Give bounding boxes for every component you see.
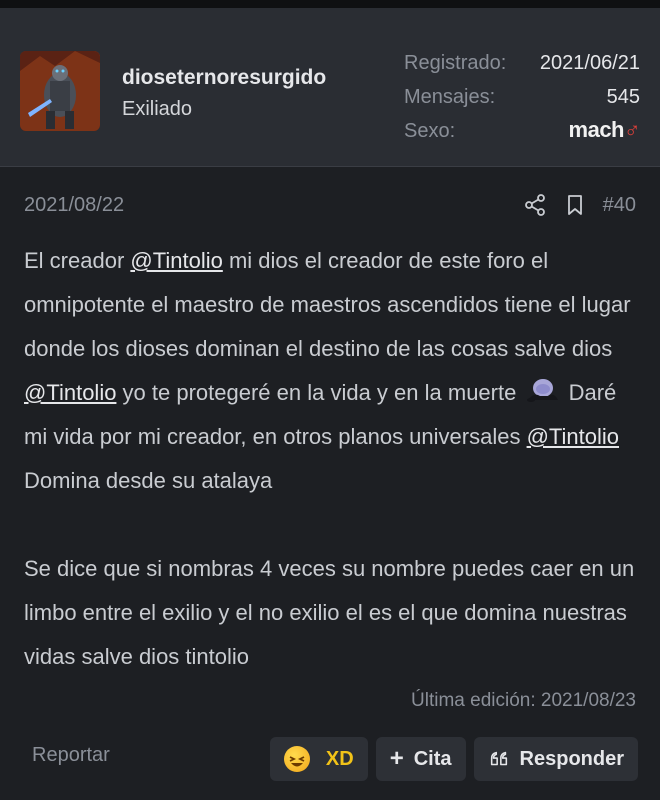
stat-posts: Mensajes: 545 (404, 86, 640, 120)
xd-reaction-button[interactable]: XD (269, 737, 368, 781)
quote-marks-icon (490, 751, 507, 766)
user-stats: Registrado: 2021/06/21 Mensajes: 545 Sex… (404, 52, 641, 154)
laughing-emoji-icon (283, 746, 310, 772)
gender-text: mach (568, 117, 625, 142)
post-text: Domina desde su atalaya (24, 468, 273, 493)
post-text: Se dice que si nombras 4 veces su nombre… (24, 556, 635, 669)
post-actions: XD + Cita Responder (269, 737, 638, 781)
avatar[interactable] (20, 51, 100, 131)
stat-gender: Sexo: mach♂ (404, 117, 641, 154)
mention-link[interactable]: @Tintolio (24, 380, 116, 405)
share-icon[interactable] (523, 193, 547, 217)
mention-link[interactable]: @Tintolio (527, 424, 619, 449)
male-symbol-icon: ♂ (624, 117, 641, 142)
top-bar (0, 0, 660, 8)
stat-posts-value: 545 (606, 86, 640, 108)
mention-link[interactable]: @Tintolio (130, 248, 222, 273)
xd-label: XD (325, 747, 354, 770)
bookmark-icon[interactable] (563, 193, 587, 217)
post: 2021/08/22 #40 El creador @Tintolio mi d… (0, 167, 660, 800)
post-date[interactable]: 2021/08/22 (24, 194, 124, 217)
avatar-image (20, 51, 100, 131)
post-body: El creador @Tintolio mi dios el creador … (24, 239, 640, 679)
reply-label: Responder (519, 747, 624, 770)
reply-button[interactable]: Responder (473, 737, 638, 781)
stat-registered-label: Registrado: (404, 52, 507, 74)
post-number[interactable]: #40 (603, 194, 636, 217)
stat-posts-label: Mensajes: (404, 86, 496, 108)
username[interactable]: dioseternoresurgido (122, 66, 326, 90)
post-text: El creador (24, 248, 131, 273)
bowing-emoji-icon (527, 379, 559, 403)
report-link[interactable]: Reportar (32, 744, 110, 767)
quote-button[interactable]: + Cita (375, 737, 466, 781)
quote-label: Cita (413, 747, 452, 770)
stat-registered-value: 2021/06/21 (539, 52, 640, 74)
stat-gender-label: Sexo: (404, 120, 456, 142)
user-title: Exiliado (122, 98, 193, 120)
plus-icon: + (389, 745, 404, 772)
last-edited: Última edición: 2021/08/23 (411, 690, 636, 711)
gender-badge: mach♂ (568, 117, 641, 143)
post-text: yo te protegeré en la vida y en la muert… (116, 380, 523, 405)
user-header: dioseternoresurgido Exiliado Registrado:… (0, 8, 660, 167)
post-tools: #40 (523, 192, 636, 218)
stat-registered: Registrado: 2021/06/21 (404, 52, 640, 86)
